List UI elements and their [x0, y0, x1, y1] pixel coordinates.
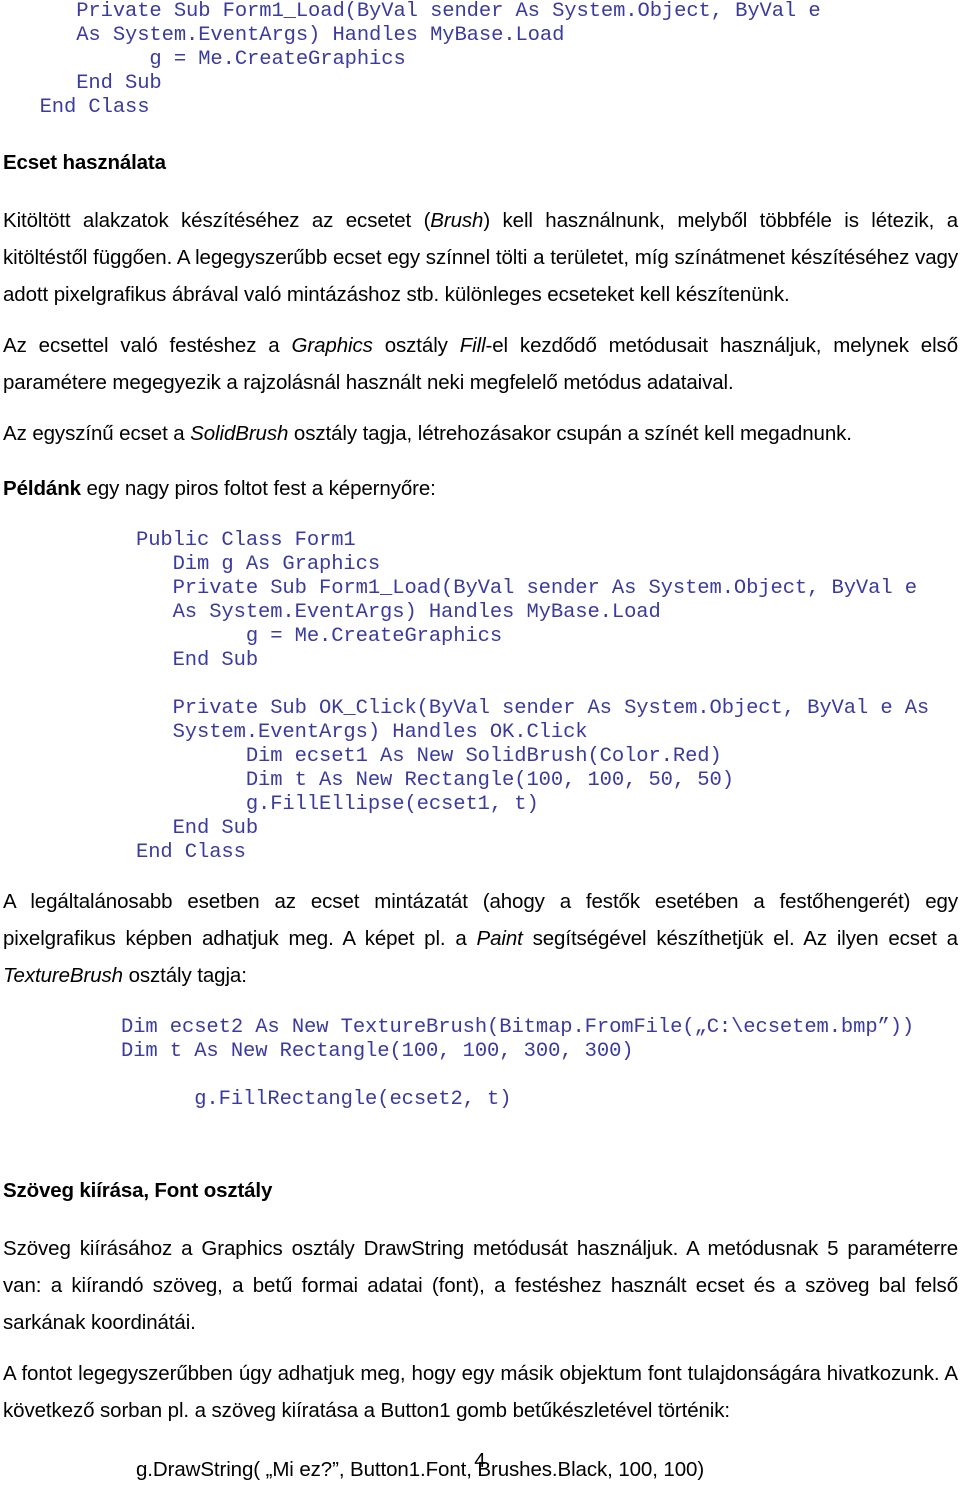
paragraph-peldank-bold: Példánk [3, 477, 81, 500]
document-page: Private Sub Form1_Load(ByVal sender As S… [0, 0, 960, 1491]
code-block-solidbrush-example: Public Class Form1 Dim g As Graphics Pri… [136, 529, 930, 864]
page-number: 4 [474, 1449, 486, 1472]
paragraph-texturebrush: A legáltalánosabb esetben az ecset mintá… [3, 883, 958, 994]
paragraph-font-property: A fontot legegyszerűbben úgy adhatjuk me… [3, 1362, 958, 1422]
paragraph-solidbrush-part2: osztály tagja, létrehozásakor csupán a s… [288, 422, 852, 445]
paragraph-drawstring-params: Szöveg kiírásához a Graphics osztály Dra… [3, 1237, 958, 1334]
paragraph-fill-methods-part2: osztály [372, 334, 460, 357]
paragraph-brush-intro-part1: Kitöltött alakzatok készítéséhez az ecse… [3, 209, 431, 232]
paragraph-peldank: Példánk egy nagy piros foltot fest a kép… [3, 470, 958, 507]
paragraph-fill-methods-italic-fill: Fill [459, 334, 486, 357]
paragraph-texturebrush-italic-texturebrush: TextureBrush [3, 964, 123, 987]
paragraph-solidbrush-italic-solidbrush: SolidBrush [190, 422, 289, 445]
paragraph-brush-intro: Kitöltött alakzatok készítéséhez az ecse… [3, 202, 958, 313]
paragraph-fill-methods-part1: Az ecsettel való festéshez a [3, 334, 292, 357]
paragraph-peldank-rest: egy nagy piros foltot fest a képernyőre: [80, 477, 436, 500]
paragraph-texturebrush-part2: segítségével készíthetjük el. Az ilyen e… [522, 927, 959, 950]
paragraph-brush-intro-italic-brush: Brush [430, 209, 484, 232]
heading-ecset-hasznalata: Ecset használata [3, 151, 166, 174]
paragraph-fill-methods-italic-graphics: Graphics [291, 334, 373, 357]
paragraph-texturebrush-part3: osztály tagja: [122, 964, 247, 987]
code-block-top: Private Sub Form1_Load(ByVal sender As S… [39, 0, 821, 119]
paragraph-fill-methods: Az ecsettel való festéshez a Graphics os… [3, 327, 958, 401]
code-block-texturebrush-example: Dim ecset2 As New TextureBrush(Bitmap.Fr… [121, 1016, 915, 1111]
paragraph-texturebrush-italic-paint: Paint [476, 927, 523, 950]
paragraph-solidbrush-part1: Az egyszínű ecset a [3, 422, 191, 445]
heading-szoveg-kiirasa-font-osztaly: Szöveg kiírása, Font osztály [3, 1179, 273, 1202]
paragraph-solidbrush: Az egyszínű ecset a SolidBrush osztály t… [3, 415, 958, 452]
